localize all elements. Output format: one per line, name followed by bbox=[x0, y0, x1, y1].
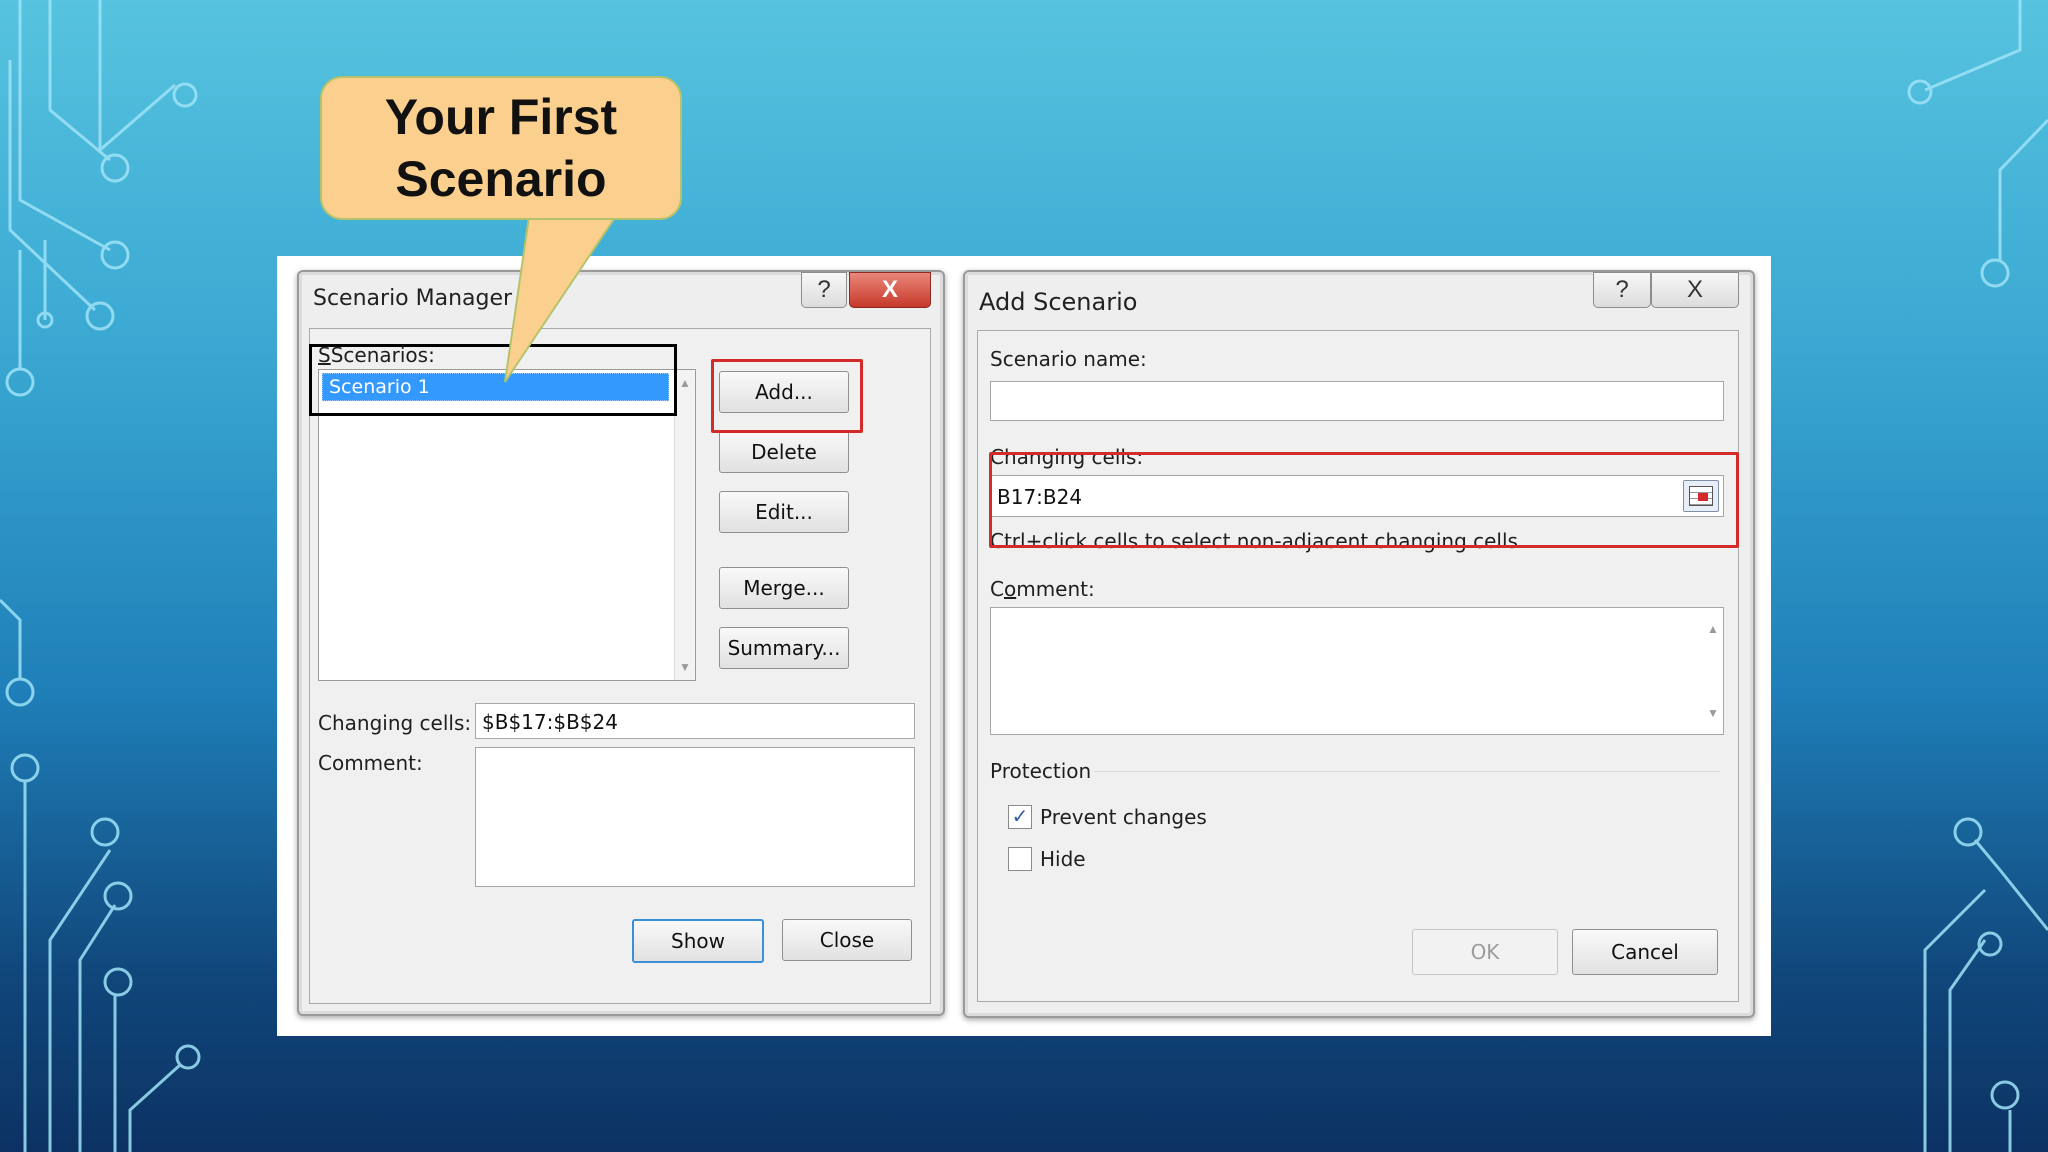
prevent-changes-label: Prevent changes bbox=[1040, 805, 1207, 829]
changing-cells-value-box: $B$17:$B$24 bbox=[475, 703, 915, 739]
changing-cells-value: $B$17:$B$24 bbox=[482, 710, 618, 734]
comment-display bbox=[475, 747, 915, 887]
comment-scroll-up-icon[interactable]: ▲ bbox=[1707, 622, 1719, 636]
comment-label: Comment: bbox=[318, 751, 423, 775]
merge-button[interactable]: Merge... bbox=[719, 567, 849, 609]
cancel-button[interactable]: Cancel bbox=[1572, 929, 1718, 975]
prevent-changes-checkbox[interactable]: ✓ bbox=[1008, 805, 1032, 829]
protection-label: Protection bbox=[990, 759, 1092, 783]
changing-cells-label: Changing cells: bbox=[318, 711, 472, 735]
add-scenario-title: Add Scenario bbox=[979, 288, 1138, 316]
close-window-button-2[interactable]: X bbox=[1651, 272, 1739, 308]
changing-cells-highlight bbox=[989, 452, 1739, 548]
close-button[interactable]: Close bbox=[782, 919, 912, 961]
edit-button[interactable]: Edit... bbox=[719, 491, 849, 533]
add-scenario-body: Scenario name: Changing cells: B17:B24 C… bbox=[977, 330, 1739, 1002]
scenario-name-input[interactable] bbox=[990, 381, 1724, 421]
ok-button[interactable]: OK bbox=[1412, 929, 1558, 975]
show-label: Show bbox=[671, 929, 725, 953]
scroll-down-icon[interactable]: ▼ bbox=[679, 660, 691, 674]
summary-button[interactable]: Summary... bbox=[719, 627, 849, 669]
comment-label-2: Comment: bbox=[990, 577, 1095, 601]
callout-line-2: Scenario bbox=[395, 151, 607, 207]
close-icon: X bbox=[881, 276, 898, 303]
comment-scrollbar[interactable]: ▲ ▼ bbox=[1703, 608, 1723, 734]
help-icon-2: ? bbox=[1615, 276, 1629, 303]
add-button-highlight bbox=[711, 359, 863, 433]
scenario-manager-title: Scenario Manager bbox=[313, 286, 513, 311]
callout-bubble: Your First Scenario bbox=[320, 76, 682, 220]
close-window-button[interactable]: X bbox=[849, 272, 931, 308]
scroll-up-icon[interactable]: ▲ bbox=[679, 376, 691, 390]
hide-label: Hide bbox=[1040, 847, 1086, 871]
scenarios-scrollbar[interactable]: ▲ ▼ bbox=[674, 370, 695, 680]
delete-button[interactable]: Delete bbox=[719, 431, 849, 473]
close-icon-2: X bbox=[1686, 276, 1703, 303]
scenario-name-label: Scenario name: bbox=[990, 347, 1147, 371]
scenarios-highlight-box bbox=[309, 344, 677, 416]
help-button[interactable]: ? bbox=[801, 272, 847, 308]
show-button[interactable]: Show bbox=[632, 919, 764, 963]
help-icon: ? bbox=[817, 276, 831, 303]
callout-line-1: Your First bbox=[384, 89, 618, 145]
screenshot-frame: Scenario Manager ? X SScenarios: Scenari… bbox=[277, 256, 1771, 1036]
comment-input[interactable]: ▲ ▼ bbox=[990, 607, 1724, 735]
protection-separator bbox=[1094, 771, 1720, 772]
help-button-2[interactable]: ? bbox=[1593, 272, 1651, 308]
hide-checkbox[interactable] bbox=[1008, 847, 1032, 871]
comment-scroll-down-icon[interactable]: ▼ bbox=[1707, 706, 1719, 720]
add-scenario-dialog: Add Scenario ? X Scenario name: Changing… bbox=[963, 270, 1755, 1018]
callout-text: Your First Scenario bbox=[331, 86, 671, 210]
